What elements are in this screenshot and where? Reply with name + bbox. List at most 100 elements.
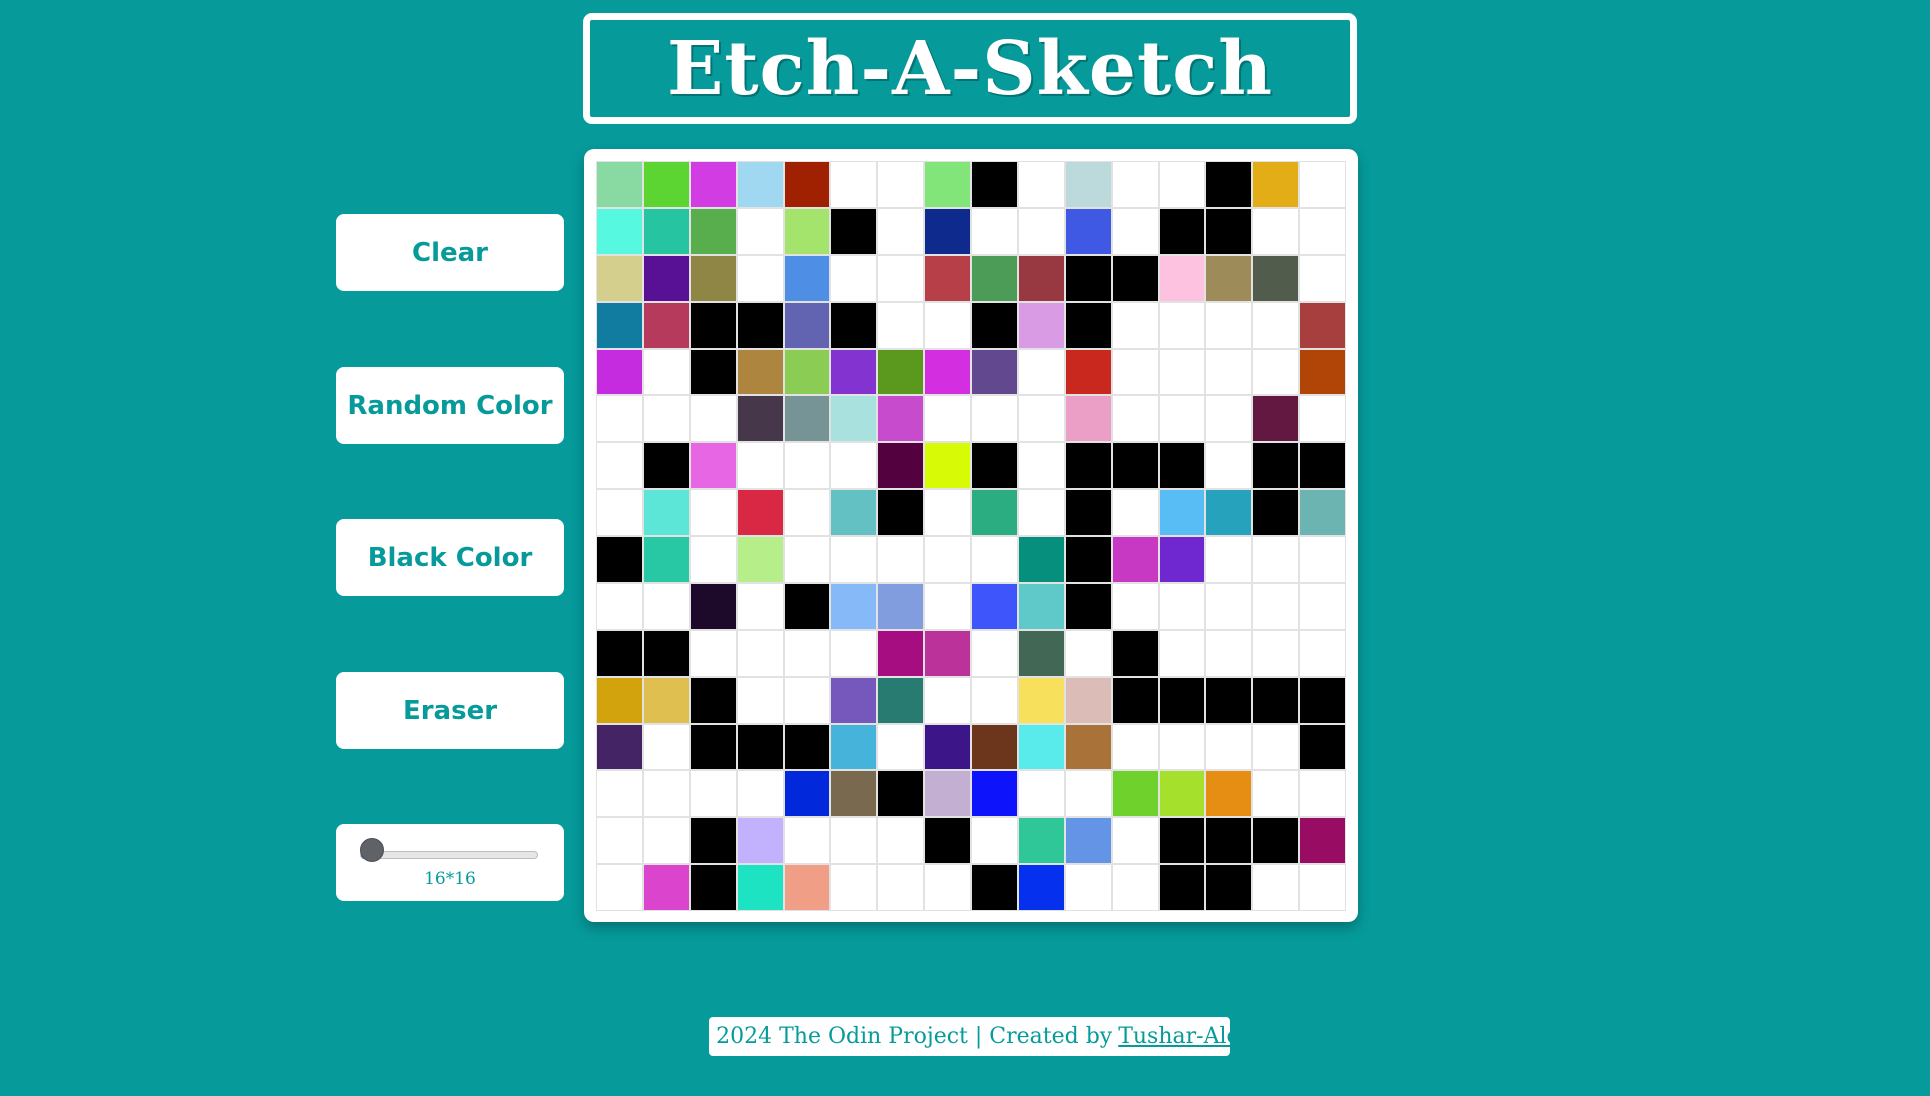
grid-cell[interactable] bbox=[689, 770, 737, 818]
grid-cell[interactable] bbox=[783, 770, 831, 818]
grid-cell[interactable] bbox=[1017, 348, 1065, 396]
grid-cell[interactable] bbox=[830, 348, 878, 396]
grid-cell[interactable] bbox=[877, 817, 925, 865]
grid-cell[interactable] bbox=[689, 395, 737, 443]
black-color-button[interactable]: Black Color bbox=[336, 519, 564, 596]
grid-cell[interactable] bbox=[924, 489, 971, 536]
grid-cell[interactable] bbox=[783, 442, 831, 490]
grid-cell[interactable] bbox=[1252, 442, 1300, 490]
grid-cell[interactable] bbox=[689, 161, 737, 208]
grid-cell[interactable] bbox=[877, 770, 925, 818]
grid-cell[interactable] bbox=[1252, 536, 1300, 583]
grid-cell[interactable] bbox=[877, 489, 925, 536]
grid-cell[interactable] bbox=[971, 582, 1018, 630]
grid-cell[interactable] bbox=[830, 770, 878, 818]
grid-cell[interactable] bbox=[1111, 629, 1159, 677]
grid-cell[interactable] bbox=[1111, 254, 1159, 302]
grid-cell[interactable] bbox=[1205, 395, 1253, 443]
grid-cell[interactable] bbox=[971, 723, 1018, 771]
grid-cell[interactable] bbox=[1111, 489, 1159, 536]
grid-cell[interactable] bbox=[1299, 301, 1346, 349]
grid-cell[interactable] bbox=[642, 723, 690, 771]
grid-cell[interactable] bbox=[689, 207, 737, 255]
grid-cell[interactable] bbox=[877, 161, 925, 208]
grid-cell[interactable] bbox=[1158, 395, 1206, 443]
grid-cell[interactable] bbox=[596, 254, 643, 302]
grid-size-slider[interactable] bbox=[360, 851, 538, 859]
grid-cell[interactable] bbox=[783, 395, 831, 443]
grid-cell[interactable] bbox=[642, 864, 690, 911]
grid-cell[interactable] bbox=[642, 254, 690, 302]
grid-cell[interactable] bbox=[1064, 817, 1112, 865]
grid-cell[interactable] bbox=[1064, 254, 1112, 302]
grid-cell[interactable] bbox=[1252, 395, 1300, 443]
clear-button[interactable]: Clear bbox=[336, 214, 564, 291]
grid-cell[interactable] bbox=[783, 301, 831, 349]
grid-cell[interactable] bbox=[1252, 629, 1300, 677]
grid-cell[interactable] bbox=[924, 723, 971, 771]
grid-cell[interactable] bbox=[1064, 536, 1112, 583]
grid-cell[interactable] bbox=[642, 676, 690, 724]
grid-cell[interactable] bbox=[783, 161, 831, 208]
grid-cell[interactable] bbox=[736, 536, 784, 583]
grid-cell[interactable] bbox=[783, 582, 831, 630]
grid-cell[interactable] bbox=[924, 395, 971, 443]
grid-cell[interactable] bbox=[689, 442, 737, 490]
grid-cell[interactable] bbox=[1299, 348, 1346, 396]
grid-cell[interactable] bbox=[642, 442, 690, 490]
grid-cell[interactable] bbox=[1017, 582, 1065, 630]
grid-cell[interactable] bbox=[596, 536, 643, 583]
grid-cell[interactable] bbox=[1299, 676, 1346, 724]
grid-cell[interactable] bbox=[1299, 489, 1346, 536]
grid-cell[interactable] bbox=[924, 629, 971, 677]
grid-cell[interactable] bbox=[1017, 489, 1065, 536]
grid-cell[interactable] bbox=[1064, 442, 1112, 490]
grid-cell[interactable] bbox=[877, 395, 925, 443]
grid-cell[interactable] bbox=[783, 864, 831, 911]
grid-cell[interactable] bbox=[1205, 301, 1253, 349]
grid-cell[interactable] bbox=[783, 536, 831, 583]
grid-cell[interactable] bbox=[596, 442, 643, 490]
grid-cell[interactable] bbox=[736, 629, 784, 677]
grid-cell[interactable] bbox=[924, 161, 971, 208]
grid-cell[interactable] bbox=[1111, 207, 1159, 255]
sketch-grid[interactable] bbox=[596, 161, 1346, 911]
grid-cell[interactable] bbox=[1299, 629, 1346, 677]
grid-cell[interactable] bbox=[1064, 582, 1112, 630]
grid-cell[interactable] bbox=[971, 489, 1018, 536]
grid-cell[interactable] bbox=[1158, 254, 1206, 302]
grid-cell[interactable] bbox=[877, 629, 925, 677]
grid-cell[interactable] bbox=[877, 442, 925, 490]
grid-cell[interactable] bbox=[736, 676, 784, 724]
grid-cell[interactable] bbox=[924, 676, 971, 724]
grid-cell[interactable] bbox=[1064, 770, 1112, 818]
grid-cell[interactable] bbox=[830, 629, 878, 677]
grid-cell[interactable] bbox=[924, 254, 971, 302]
grid-cell[interactable] bbox=[736, 489, 784, 536]
grid-cell[interactable] bbox=[1205, 207, 1253, 255]
grid-cell[interactable] bbox=[1158, 723, 1206, 771]
grid-cell[interactable] bbox=[924, 301, 971, 349]
grid-cell[interactable] bbox=[783, 489, 831, 536]
grid-cell[interactable] bbox=[736, 301, 784, 349]
grid-cell[interactable] bbox=[1017, 817, 1065, 865]
random-color-button[interactable]: Random Color bbox=[336, 367, 564, 444]
grid-cell[interactable] bbox=[1111, 770, 1159, 818]
grid-cell[interactable] bbox=[1158, 582, 1206, 630]
grid-cell[interactable] bbox=[1064, 348, 1112, 396]
grid-cell[interactable] bbox=[642, 582, 690, 630]
grid-cell[interactable] bbox=[689, 723, 737, 771]
grid-cell[interactable] bbox=[1299, 864, 1346, 911]
grid-cell[interactable] bbox=[1017, 723, 1065, 771]
grid-cell[interactable] bbox=[1017, 207, 1065, 255]
grid-cell[interactable] bbox=[596, 770, 643, 818]
grid-cell[interactable] bbox=[783, 207, 831, 255]
grid-cell[interactable] bbox=[1158, 629, 1206, 677]
grid-cell[interactable] bbox=[924, 442, 971, 490]
grid-cell[interactable] bbox=[689, 629, 737, 677]
grid-cell[interactable] bbox=[1299, 817, 1346, 865]
grid-cell[interactable] bbox=[783, 348, 831, 396]
author-link[interactable]: Tushar-Alec bbox=[1118, 1024, 1252, 1049]
grid-cell[interactable] bbox=[1205, 489, 1253, 536]
grid-cell[interactable] bbox=[924, 348, 971, 396]
